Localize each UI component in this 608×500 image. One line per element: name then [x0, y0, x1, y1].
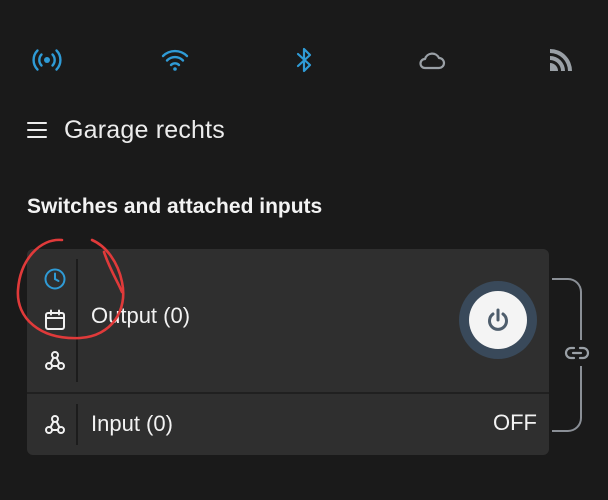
- wifi-icon[interactable]: [159, 44, 191, 76]
- status-icons-row: [0, 44, 608, 84]
- clock-icon[interactable]: [41, 265, 69, 293]
- input-icon-column: [27, 394, 77, 455]
- output-row[interactable]: Output (0): [27, 249, 549, 392]
- bluetooth-icon[interactable]: [288, 44, 320, 76]
- input-label: Input (0): [91, 411, 173, 436]
- app-bar: Garage rechts: [26, 112, 225, 148]
- rss-icon[interactable]: [545, 44, 577, 76]
- broadcast-icon[interactable]: [31, 44, 63, 76]
- page-title: Garage rechts: [64, 115, 226, 144]
- webhook-icon[interactable]: [41, 347, 69, 375]
- link-icon[interactable]: [560, 340, 594, 366]
- menu-icon[interactable]: [26, 119, 48, 141]
- switch-card: Output (0) Input (0) OFF: [27, 249, 549, 455]
- output-icon-column: [27, 249, 77, 392]
- input-separator: [76, 404, 78, 445]
- section-title: Switches and attached inputs: [27, 195, 323, 218]
- power-icon: [488, 308, 508, 331]
- power-toggle-button[interactable]: [459, 281, 537, 359]
- input-state: OFF: [493, 410, 537, 435]
- cloud-icon[interactable]: [416, 44, 448, 76]
- calendar-icon[interactable]: [41, 306, 69, 334]
- webhook-icon[interactable]: [41, 411, 69, 439]
- power-button-face: [469, 291, 527, 349]
- output-label: Output (0): [91, 303, 191, 328]
- input-row[interactable]: Input (0) OFF: [27, 394, 549, 455]
- output-separator: [76, 259, 78, 382]
